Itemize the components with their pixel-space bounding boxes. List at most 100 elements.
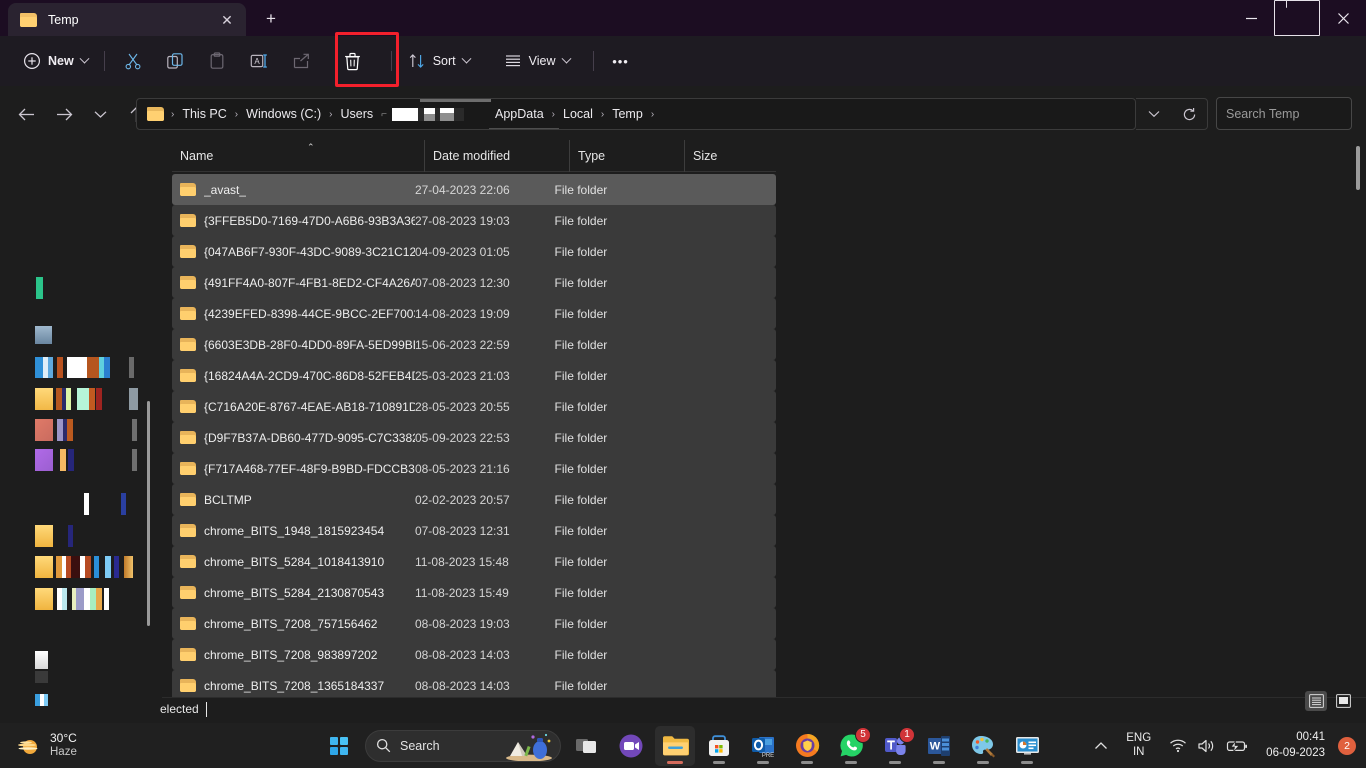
breadcrumb[interactable]: › This PC › Windows (C:) › Users ⌐ AppDa… <box>136 98 1136 130</box>
breadcrumb-item-windows-c[interactable]: Windows (C:) <box>241 104 326 124</box>
nav-icon-fragment <box>67 419 73 441</box>
table-row[interactable]: BCLTMP 02-02-2023 20:57 File folder <box>172 484 776 515</box>
forward-button[interactable] <box>48 98 80 130</box>
table-row[interactable]: {F717A468-77EF-48F9-B9BD-FDCCB3EE9...08-… <box>172 453 776 484</box>
cell-name: {C716A20E-8767-4EAE-AB18-710891DA0... <box>172 400 415 414</box>
table-row[interactable]: chrome_BITS_7208_757156462 08-08-2023 19:… <box>172 608 776 639</box>
table-row[interactable]: {3FFEB5D0-7169-47D0-A6B6-93B3A36F56...27… <box>172 205 776 236</box>
cell-type: File folder <box>554 337 608 352</box>
navigation-pane[interactable] <box>0 136 162 706</box>
more-options-button[interactable]: ••• <box>601 44 641 78</box>
column-header-size[interactable]: Size <box>684 139 764 172</box>
battery-button[interactable] <box>1221 727 1253 765</box>
address-dropdown-button[interactable] <box>1141 101 1167 127</box>
taskbar-powerpoint[interactable] <box>1007 726 1047 766</box>
cell-type: File folder <box>554 399 608 414</box>
details-view-button[interactable] <box>1305 691 1327 711</box>
paste-button[interactable] <box>196 44 238 78</box>
table-row[interactable]: {6603E3DB-28F0-4DD0-89FA-5ED99BB53...15-… <box>172 329 776 360</box>
tab-temp[interactable]: Temp ✕ <box>8 3 246 36</box>
nav-pane-scrollbar[interactable] <box>147 401 150 626</box>
network-button[interactable] <box>1164 727 1192 765</box>
nav-icon-fragment <box>35 388 53 410</box>
tray-overflow-button[interactable] <box>1089 727 1113 765</box>
breadcrumb-item-appdata[interactable]: AppData <box>490 104 549 124</box>
share-button[interactable] <box>280 44 322 78</box>
refresh-button[interactable] <box>1176 101 1202 127</box>
clock-button[interactable]: 00:41 06-09-2023 <box>1253 727 1338 765</box>
taskbar-whatsapp[interactable]: 5 <box>831 726 871 766</box>
cell-name: BCLTMP <box>172 493 415 507</box>
notification-badge[interactable]: 2 <box>1338 736 1356 755</box>
language-indicator[interactable]: ENG IN <box>1113 727 1164 765</box>
new-button[interactable]: New <box>14 44 97 78</box>
breadcrumb-item-username-redacted[interactable] <box>392 107 464 121</box>
copy-button[interactable] <box>154 44 196 78</box>
nav-icon-fragment <box>35 326 52 344</box>
search-input[interactable] <box>1226 106 1366 121</box>
table-row[interactable]: {D9F7B37A-DB60-477D-9095-C7C338247...05-… <box>172 422 776 453</box>
recent-locations-button[interactable] <box>84 98 116 130</box>
table-row[interactable]: chrome_BITS_5284_2130870543 11-08-2023 15… <box>172 577 776 608</box>
table-row[interactable]: _avast_ 27-04-2023 22:06 File folder <box>172 174 776 205</box>
back-button[interactable] <box>10 98 42 130</box>
start-button[interactable] <box>319 726 359 766</box>
file-rows[interactable]: _avast_ 27-04-2023 22:06 File folder {3FFEB… <box>172 174 776 698</box>
table-row[interactable]: {491FF4A0-807F-4FB1-8ED2-CF4A26A394...07… <box>172 267 776 298</box>
svg-text:A: A <box>254 57 260 66</box>
file-name: chrome_BITS_5284_2130870543 <box>204 585 385 600</box>
new-tab-button[interactable]: + <box>256 6 286 32</box>
breadcrumb-item-users[interactable]: Users <box>336 104 379 124</box>
text-cursor <box>206 702 207 717</box>
taskbar-task-view[interactable] <box>567 726 607 766</box>
close-tab-icon[interactable]: ✕ <box>214 7 240 33</box>
taskbar-meet-now[interactable] <box>611 726 651 766</box>
cell-date-modified: 04-09-2023 01:05 <box>414 244 510 259</box>
breadcrumb-item-temp[interactable]: Temp <box>607 104 648 124</box>
table-row[interactable]: chrome_BITS_1948_1815923454 07-08-2023 12… <box>172 515 776 546</box>
address-bar: › This PC › Windows (C:) › Users ⌐ AppDa… <box>0 92 1366 136</box>
file-name: chrome_BITS_7208_983897202 <box>204 647 378 662</box>
sort-button[interactable]: Sort <box>399 44 479 78</box>
table-row[interactable]: chrome_BITS_5284_1018413910 11-08-2023 15… <box>172 546 776 577</box>
delete-button[interactable] <box>322 44 384 78</box>
breadcrumb-separator: › <box>329 108 333 120</box>
rename-button[interactable]: A <box>238 44 280 78</box>
taskbar-word[interactable]: W <box>919 726 959 766</box>
folder-icon <box>180 183 196 196</box>
table-row[interactable]: {16824A4A-2CD9-470C-86D8-52FEB4D53...25-… <box>172 360 776 391</box>
taskbar-microsoft-teams[interactable]: 1 <box>875 726 915 766</box>
minimize-button[interactable] <box>1228 0 1274 36</box>
large-icons-view-button[interactable] <box>1332 691 1354 711</box>
taskbar-avast-secure-browser[interactable] <box>787 726 827 766</box>
taskbar-outlook[interactable]: PRE <box>743 726 783 766</box>
view-button[interactable]: View <box>495 44 579 78</box>
taskbar-file-explorer[interactable] <box>655 725 695 766</box>
search-box[interactable] <box>1216 97 1366 130</box>
taskbar-search[interactable]: Search <box>365 729 561 762</box>
column-header-name[interactable]: Name ⌃ <box>172 140 424 172</box>
file-name: {F717A468-77EF-48F9-B9BD-FDCCB3EE9... <box>204 461 415 476</box>
breadcrumb-separator: › <box>650 108 655 120</box>
table-row[interactable]: chrome_BITS_7208_1365184337 08-08-2023 14… <box>172 670 776 698</box>
table-row[interactable]: {047AB6F7-930F-43DC-9089-3C21C12558...04… <box>172 236 776 267</box>
file-list-scrollbar[interactable] <box>1356 146 1360 190</box>
close-window-button[interactable] <box>1320 0 1366 36</box>
breadcrumb-item-this-pc[interactable]: This PC <box>177 104 231 124</box>
nav-icon-fragment <box>68 525 73 547</box>
table-row[interactable]: {4239EFED-8398-44CE-9BCC-2EF7003FEB...14… <box>172 298 776 329</box>
whatsapp-badge: 5 <box>855 726 871 743</box>
table-row[interactable]: {C716A20E-8767-4EAE-AB18-710891DA0...28-… <box>172 391 776 422</box>
taskbar-microsoft-store[interactable] <box>699 726 739 766</box>
column-header-date-modified[interactable]: Date modified <box>424 139 569 172</box>
column-header-type[interactable]: Type <box>569 139 684 172</box>
cut-button[interactable] <box>112 44 154 78</box>
volume-button[interactable] <box>1192 727 1221 765</box>
windows-logo-icon <box>330 736 348 755</box>
nav-icon-fragment <box>114 556 119 578</box>
taskbar-paint[interactable] <box>963 726 1003 766</box>
running-indicator <box>801 760 813 764</box>
maximize-restore-button[interactable] <box>1274 0 1320 36</box>
breadcrumb-item-local[interactable]: Local <box>558 104 598 124</box>
table-row[interactable]: chrome_BITS_7208_983897202 08-08-2023 14:… <box>172 639 776 670</box>
